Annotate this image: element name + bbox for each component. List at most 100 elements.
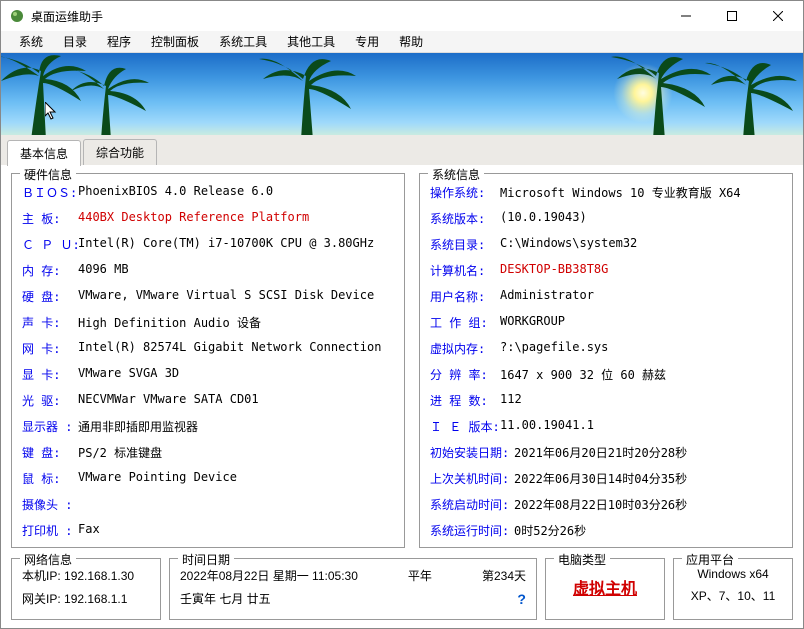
nic-value: Intel(R) 82574L Gigabit Network Connecti… xyxy=(78,340,381,357)
platform-title: 应用平台 xyxy=(682,551,738,568)
pcname-label: 计算机名: xyxy=(430,262,500,279)
vmem-value: ?:\pagefile.sys xyxy=(500,340,608,357)
maximize-button[interactable] xyxy=(709,1,755,31)
palm-decor xyxy=(603,53,803,135)
ie-value: 11.00.19041.1 xyxy=(500,418,594,435)
menu-program[interactable]: 程序 xyxy=(97,30,141,53)
nic-label: 网 卡: xyxy=(22,340,78,357)
ip-label: 本机IP: xyxy=(22,569,61,583)
sysdir-value: C:\Windows\system32 xyxy=(500,236,637,253)
tabbar: 基本信息 综合功能 xyxy=(1,135,803,165)
resolution-label: 分 辨 率: xyxy=(430,366,500,383)
install-label: 初始安装日期: xyxy=(430,444,514,461)
computer-type-title: 电脑类型 xyxy=(554,551,610,568)
workgroup-value: WORKGROUP xyxy=(500,314,565,331)
palm-decor xyxy=(241,53,401,135)
close-button[interactable] xyxy=(755,1,801,31)
harddisk-value: VMware, VMware Virtual S SCSI Disk Devic… xyxy=(78,288,374,305)
menu-help[interactable]: 帮助 xyxy=(389,30,433,53)
hardware-panel: 硬件信息 ＢＩＯＳ:PhoenixBIOS 4.0 Release 6.0 主 … xyxy=(11,173,405,548)
uptime-label: 系统运行时间: xyxy=(430,522,514,539)
network-panel: 网络信息 本机IP: 192.168.1.30 网关IP: 192.168.1.… xyxy=(11,558,161,620)
menu-special[interactable]: 专用 xyxy=(345,30,389,53)
help-icon[interactable]: ? xyxy=(517,591,526,607)
sysdir-label: 系统目录: xyxy=(430,236,500,253)
platform-panel: 应用平台 Windows x64 XP、7、10、11 xyxy=(673,558,793,620)
motherboard-label: 主 板: xyxy=(22,210,78,227)
year-type: 平年 xyxy=(408,567,432,584)
tab-composite[interactable]: 综合功能 xyxy=(83,139,157,165)
minimize-button[interactable] xyxy=(663,1,709,31)
app-icon xyxy=(9,8,25,24)
optical-value: NECVMWar VMware SATA CD01 xyxy=(78,392,259,409)
mouse-value: VMware Pointing Device xyxy=(78,470,237,487)
datetime-panel: 时间日期 2022年08月22日 星期一 11:05:30 平年 第234天 壬… xyxy=(169,558,537,620)
resolution-value: 1647 x 900 32 位 60 赫兹 xyxy=(500,366,666,383)
cpu-label: Ｃ Ｐ Ｕ: xyxy=(22,236,78,253)
printer-label: 打印机 : xyxy=(22,522,78,539)
shutdown-value: 2022年06月30日14时04分35秒 xyxy=(514,470,687,487)
display-label: 显示器 : xyxy=(22,418,78,435)
menu-systools[interactable]: 系统工具 xyxy=(209,30,277,53)
platform-line2: XP、7、10、11 xyxy=(684,587,782,604)
menu-catalog[interactable]: 目录 xyxy=(53,30,97,53)
menu-control[interactable]: 控制面板 xyxy=(141,30,209,53)
network-panel-title: 网络信息 xyxy=(20,551,76,568)
day-of-year: 第234天 xyxy=(482,567,526,584)
display-value: 通用非即插即用监视器 xyxy=(78,418,198,435)
keyboard-value: PS/2 标准键盘 xyxy=(78,444,162,461)
proccount-value: 112 xyxy=(500,392,522,409)
computer-type-panel: 电脑类型 虚拟主机 xyxy=(545,558,665,620)
keyboard-label: 键 盘: xyxy=(22,444,78,461)
os-value: Microsoft Windows 10 专业教育版 X64 xyxy=(500,184,741,201)
menubar: 系统 目录 程序 控制面板 系统工具 其他工具 专用 帮助 xyxy=(1,31,803,53)
install-value: 2021年06月20日21时20分28秒 xyxy=(514,444,687,461)
hardware-panel-title: 硬件信息 xyxy=(20,166,76,183)
printer-value: Fax xyxy=(78,522,100,539)
version-label: 系统版本: xyxy=(430,210,500,227)
vmem-label: 虚拟内存: xyxy=(430,340,500,357)
gateway-label: 网关IP: xyxy=(22,592,61,606)
memory-label: 内 存: xyxy=(22,262,78,279)
banner-image xyxy=(1,53,803,135)
platform-line1: Windows x64 xyxy=(684,567,782,581)
tab-basic[interactable]: 基本信息 xyxy=(7,140,81,166)
camera-label: 摄像头 : xyxy=(22,496,78,513)
proccount-label: 进 程 数: xyxy=(430,392,500,409)
pcname-value: DESKTOP-BB38T8G xyxy=(500,262,608,279)
menu-other[interactable]: 其他工具 xyxy=(277,30,345,53)
ie-label: Ｉ Ｅ 版本: xyxy=(430,418,500,435)
gpu-label: 显 卡: xyxy=(22,366,78,383)
system-panel-title: 系统信息 xyxy=(428,166,484,183)
sound-label: 声 卡: xyxy=(22,314,78,331)
bios-value: PhoenixBIOS 4.0 Release 6.0 xyxy=(78,184,273,201)
boot-value: 2022年08月22日10时03分26秒 xyxy=(514,496,687,513)
uptime-value: 0时52分26秒 xyxy=(514,522,586,539)
os-label: 操作系统: xyxy=(430,184,500,201)
user-value: Administrator xyxy=(500,288,594,305)
menu-system[interactable]: 系统 xyxy=(9,30,53,53)
computer-type-value: 虚拟主机 xyxy=(573,581,637,598)
system-panel: 系统信息 操作系统:Microsoft Windows 10 专业教育版 X64… xyxy=(419,173,793,548)
mouse-label: 鼠 标: xyxy=(22,470,78,487)
cpu-value: Intel(R) Core(TM) i7-10700K CPU @ 3.80GH… xyxy=(78,236,374,253)
memory-value: 4096 MB xyxy=(78,262,129,279)
palm-decor xyxy=(1,53,171,135)
motherboard-value: 440BX Desktop Reference Platform xyxy=(78,210,309,227)
shutdown-label: 上次关机时间: xyxy=(430,470,514,487)
version-value: (10.0.19043) xyxy=(500,210,587,227)
sound-value: High Definition Audio 设备 xyxy=(78,314,261,331)
lunar-date: 壬寅年 七月 廿五 xyxy=(180,590,271,607)
gateway-value: 192.168.1.1 xyxy=(64,592,127,606)
user-label: 用户名称: xyxy=(430,288,500,305)
gpu-value: VMware SVGA 3D xyxy=(78,366,179,383)
harddisk-label: 硬 盘: xyxy=(22,288,78,305)
cursor-icon xyxy=(45,102,61,122)
datetime-panel-title: 时间日期 xyxy=(178,551,234,568)
optical-label: 光 驱: xyxy=(22,392,78,409)
titlebar: 桌面运维助手 xyxy=(1,1,803,31)
ip-value: 192.168.1.30 xyxy=(64,569,134,583)
boot-label: 系统启动时间: xyxy=(430,496,514,513)
bios-label: ＢＩＯＳ: xyxy=(22,184,78,201)
window-title: 桌面运维助手 xyxy=(31,8,663,25)
